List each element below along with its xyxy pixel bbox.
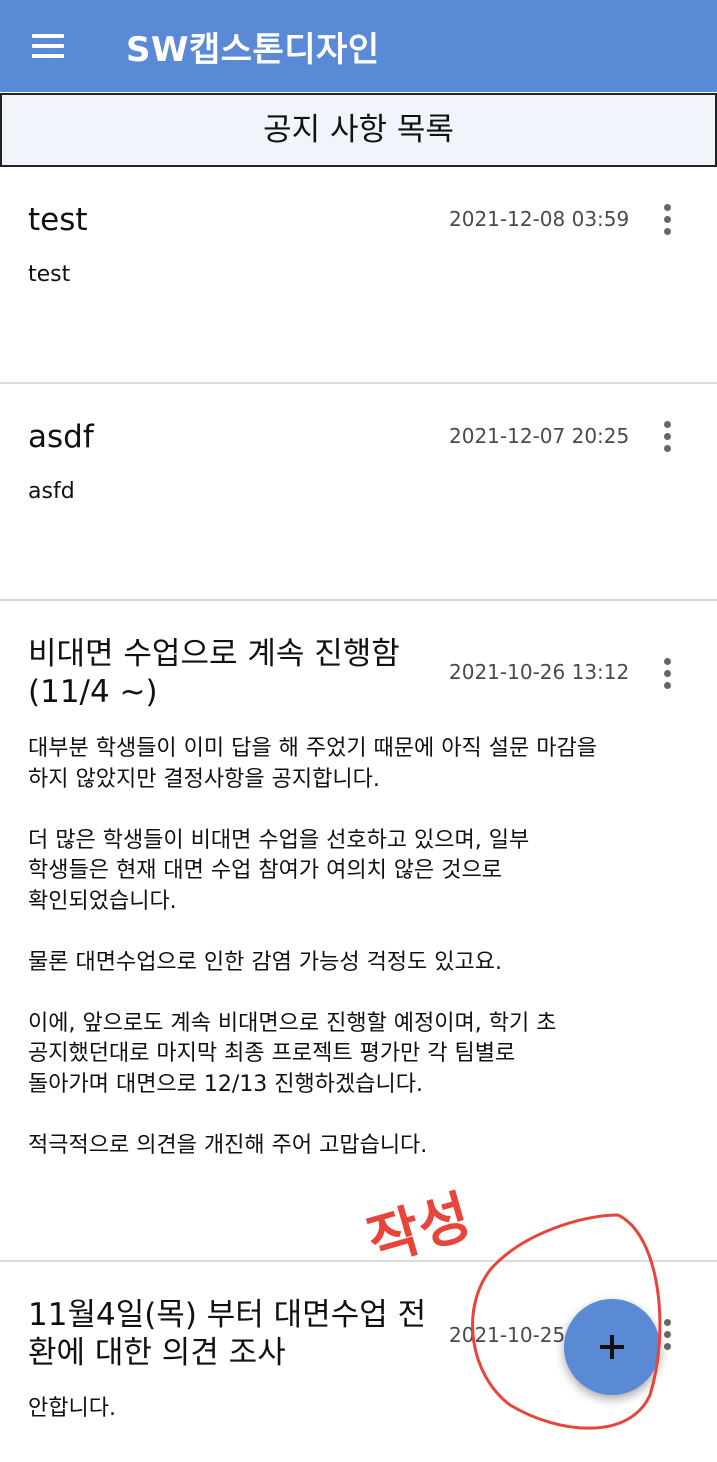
notice-item[interactable]: 비대면 수업으로 계속 진행함 (11/4 ~) 2021-10-26 13:1… (0, 601, 717, 1262)
notice-date: 2021-12-08 03:59 (449, 207, 630, 231)
hamburger-menu-icon[interactable] (26, 26, 72, 66)
notice-date: 2021-10-26 13:12 (449, 660, 630, 684)
notice-date: 2021-12-07 20:25 (449, 424, 630, 448)
notice-date: 2021-10-25 (449, 1323, 566, 1347)
more-options-icon[interactable] (655, 421, 681, 455)
app-title: SW캡스톤디자인 (126, 30, 380, 70)
notice-item[interactable]: test 2021-12-08 03:59 test (0, 167, 717, 384)
notice-title: 11월4일(목) 부터 대면수업 전환에 대한 의견 조사 (28, 1297, 427, 1371)
page-title: 공지 사항 목록 (0, 93, 717, 167)
notice-title: 비대면 수업으로 계속 진행함 (11/4 ~) (28, 636, 400, 710)
add-notice-button[interactable] (564, 1299, 660, 1395)
app-bar: SW캡스톤디자인 (0, 0, 717, 92)
more-options-icon[interactable] (655, 658, 681, 692)
notice-body: test (28, 262, 71, 287)
plus-icon (600, 1335, 624, 1359)
notice-title: test (28, 202, 88, 238)
notice-body: 안합니다. (28, 1396, 116, 1421)
notice-title: asdf (28, 419, 94, 455)
notice-body: 대부분 학생들이 이미 답을 해 주었기 때문에 아직 설문 마감을 하지 않았… (28, 736, 597, 1158)
notice-body: asfd (28, 479, 75, 504)
notice-list: test 2021-12-08 03:59 test asdf 2021-12-… (0, 167, 717, 1462)
more-options-icon[interactable] (655, 204, 681, 238)
notice-item[interactable]: asdf 2021-12-07 20:25 asfd (0, 384, 717, 601)
